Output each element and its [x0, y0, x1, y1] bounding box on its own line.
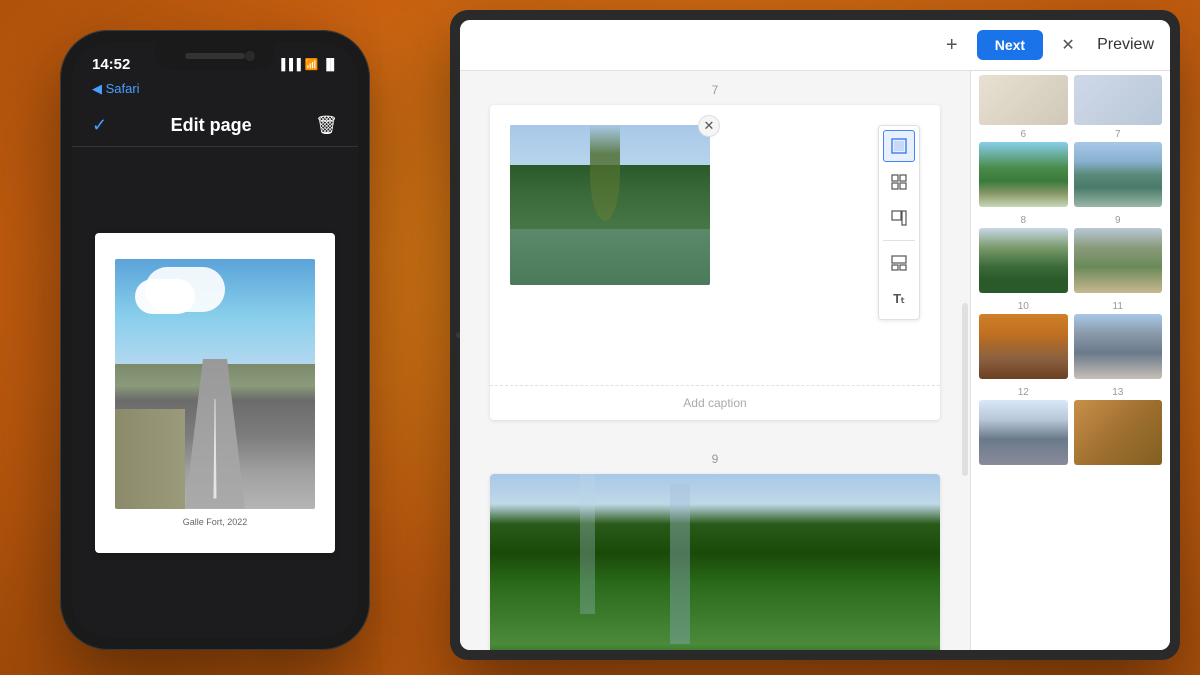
thumb-label-8: 8	[979, 215, 1068, 226]
tool-layout[interactable]	[883, 247, 915, 279]
thumb-top-2[interactable]	[1074, 75, 1163, 125]
tool-single-photo[interactable]	[883, 130, 915, 162]
tablet-body: + Next ✕ Preview 7	[450, 10, 1180, 660]
single-photo-icon	[891, 138, 907, 154]
editing-photo-lake[interactable]	[510, 125, 710, 285]
photo-remove-button[interactable]: ✕	[698, 115, 720, 137]
tablet-toolbar: + Next ✕ Preview	[460, 20, 1170, 71]
layout-icon	[891, 255, 907, 271]
signal-icon: ▐▐▐	[277, 59, 300, 71]
thumb-top-1[interactable]	[979, 75, 1068, 125]
thumb-6[interactable]	[979, 142, 1068, 207]
sky-gap	[670, 484, 690, 644]
thumb-labels-12-13: 12 13	[979, 387, 1162, 398]
thumb-12[interactable]	[979, 400, 1068, 465]
phone-safari-bar: ◀ Safari	[72, 77, 358, 105]
lake-water	[510, 229, 710, 285]
thumb-label-11: 11	[1074, 301, 1163, 312]
multi-photo-icon	[891, 174, 907, 190]
safari-back-label: Safari	[106, 81, 140, 96]
phone-page-card: Galle Fort, 2022	[95, 233, 335, 553]
sky-gap2	[580, 474, 595, 614]
close-button[interactable]: ✕	[1053, 30, 1083, 60]
thumb-label-9: 9	[1074, 215, 1163, 226]
page7-content: ✕	[490, 105, 940, 385]
thumb-9[interactable]	[1074, 228, 1163, 293]
phone-photo-caption: Galle Fort, 2022	[183, 517, 248, 527]
photo-wall	[115, 409, 185, 509]
phone-speaker	[185, 53, 245, 59]
tablet-device: + Next ✕ Preview 7	[450, 10, 1180, 660]
phone-photo[interactable]	[115, 259, 315, 509]
tablet-thumbnails-panel: 6 7 8 9	[970, 71, 1170, 650]
next-button[interactable]: Next	[977, 30, 1043, 60]
thumb-10[interactable]	[979, 314, 1068, 379]
editing-tools-panel: Tₜ	[878, 125, 920, 320]
phone-front-camera	[245, 51, 255, 61]
thumb-pair-12-13	[979, 400, 1162, 465]
editor-page-7[interactable]: ✕	[490, 105, 940, 420]
editor-page-9[interactable]	[490, 474, 940, 650]
thumb-label-6: 6	[979, 129, 1068, 140]
thumb-pair-8-9	[979, 228, 1162, 293]
tool-photo-text[interactable]	[883, 202, 915, 234]
thumb-label-13: 13	[1074, 387, 1163, 398]
thumb-11[interactable]	[1074, 314, 1163, 379]
phone-screen: 14:52 ▐▐▐ 📶 ▐▌ ◀ Safari ✓ Edit page 🗑	[72, 42, 358, 638]
phone-edit-page-title: Edit page	[171, 115, 252, 136]
lake-moss	[590, 125, 620, 221]
back-chevron-icon: ◀	[92, 81, 106, 96]
thumb-8[interactable]	[979, 228, 1068, 293]
page9-photo	[490, 474, 940, 650]
phone-notch	[155, 42, 275, 70]
phone-status-icons: ▐▐▐ 📶 ▐▌	[277, 58, 338, 71]
phone-time: 14:52	[92, 56, 130, 73]
phone-nav-bar: ✓ Edit page 🗑	[72, 105, 358, 147]
wifi-icon: 📶	[305, 58, 319, 71]
phone-check-button[interactable]: ✓	[92, 115, 107, 136]
photo-cloud2	[135, 279, 195, 314]
tablet-screen: + Next ✕ Preview 7	[460, 20, 1170, 650]
photo-text-icon	[891, 210, 907, 226]
thumb-label-10: 10	[979, 301, 1068, 312]
tablet-main-area: 7 ✕	[460, 71, 1170, 650]
phone-body: 14:52 ▐▐▐ 📶 ▐▌ ◀ Safari ✓ Edit page 🗑	[60, 30, 370, 650]
text-tool-icon: Tₜ	[893, 291, 905, 307]
tool-multi-photo[interactable]	[883, 166, 915, 198]
preview-label: Preview	[1097, 36, 1154, 54]
thumb-pair-10-11	[979, 314, 1162, 379]
tablet-editor-panel: 7 ✕	[460, 71, 970, 650]
thumb-top-row	[979, 75, 1162, 125]
trees-up-photo	[490, 474, 940, 650]
thumb-pair-6-7	[979, 142, 1162, 207]
thumb-7[interactable]	[1074, 142, 1163, 207]
phone-trash-button[interactable]: 🗑	[315, 115, 338, 136]
phone-device: 14:52 ▐▐▐ 📶 ▐▌ ◀ Safari ✓ Edit page 🗑	[60, 30, 370, 650]
editing-photo-container: ✕	[510, 125, 710, 285]
tablet-scrollbar[interactable]	[962, 303, 968, 477]
add-button[interactable]: +	[937, 30, 967, 60]
tool-text[interactable]: Tₜ	[883, 283, 915, 315]
thumb-labels-10-11: 10 11	[979, 301, 1162, 312]
page-7-number: 7	[490, 71, 940, 105]
thumb-labels-6-7: 6 7	[979, 129, 1162, 140]
tool-divider	[883, 240, 915, 241]
battery-icon: ▐▌	[322, 59, 338, 71]
thumb-label-7: 7	[1074, 129, 1163, 140]
phone-content: Galle Fort, 2022	[72, 147, 358, 638]
caption-placeholder[interactable]: Add caption	[490, 385, 940, 420]
thumb-labels-8-9: 8 9	[979, 215, 1162, 226]
page-9-number: 9	[490, 440, 940, 474]
thumb-13[interactable]	[1074, 400, 1163, 465]
thumb-label-12: 12	[979, 387, 1068, 398]
